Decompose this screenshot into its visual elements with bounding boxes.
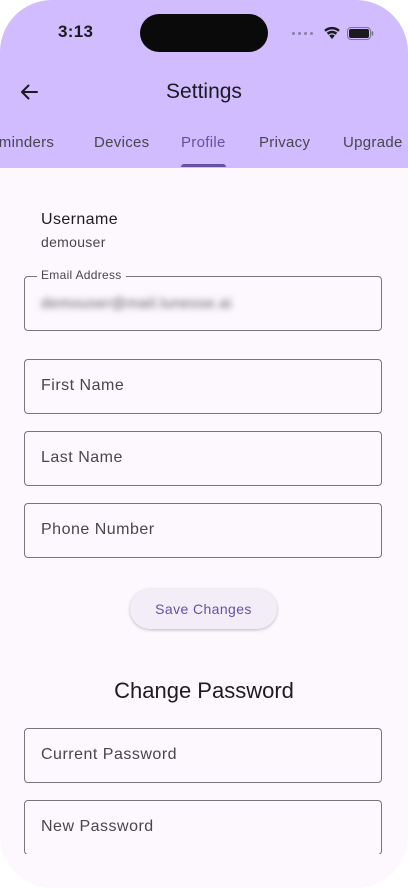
status-icons [292,24,374,42]
username-value: demouser [41,234,106,250]
new-password-placeholder: New Password [41,818,154,835]
home-indicator-area [0,854,408,888]
tab-reminders[interactable]: Reminders [0,134,54,151]
active-tab-indicator [181,164,226,167]
first-name-field[interactable]: First Name [24,359,382,414]
tab-privacy[interactable]: Privacy [259,134,310,151]
change-password-heading: Change Password [114,678,294,703]
last-name-field[interactable]: Last Name [24,431,382,486]
status-time: 3:13 [58,22,94,41]
phone-screen: 3:13 Settings Reminders [0,0,408,888]
email-field-value: demouser@mail.lunesse.ai [41,295,232,312]
wifi-icon [324,26,340,39]
new-password-field[interactable]: New Password [24,800,382,854]
app-header: 3:13 Settings Reminders [0,0,408,168]
last-name-placeholder: Last Name [41,449,123,466]
dynamic-island [140,14,268,52]
battery-icon [347,26,374,40]
phone-number-placeholder: Phone Number [41,521,155,538]
tab-profile[interactable]: Profile [181,134,226,151]
save-changes-button[interactable]: Save Changes [130,589,277,629]
email-field-label: Email Address [37,268,126,282]
phone-number-field[interactable]: Phone Number [24,503,382,558]
tab-devices[interactable]: Devices [94,134,149,151]
cellular-signal-icon [292,31,313,35]
username-label: Username [41,211,119,228]
tab-upgrade[interactable]: Upgrade [343,134,403,151]
first-name-placeholder: First Name [41,377,125,394]
current-password-field[interactable]: Current Password [24,728,382,783]
settings-tabs: Reminders Devices Profile Privacy Upgrad… [0,134,408,168]
page-title: Settings [166,80,242,103]
current-password-placeholder: Current Password [41,746,178,763]
profile-content: Username demouser Email Address demouser… [0,168,408,854]
email-field[interactable]: Email Address demouser@mail.lunesse.ai [24,268,382,331]
